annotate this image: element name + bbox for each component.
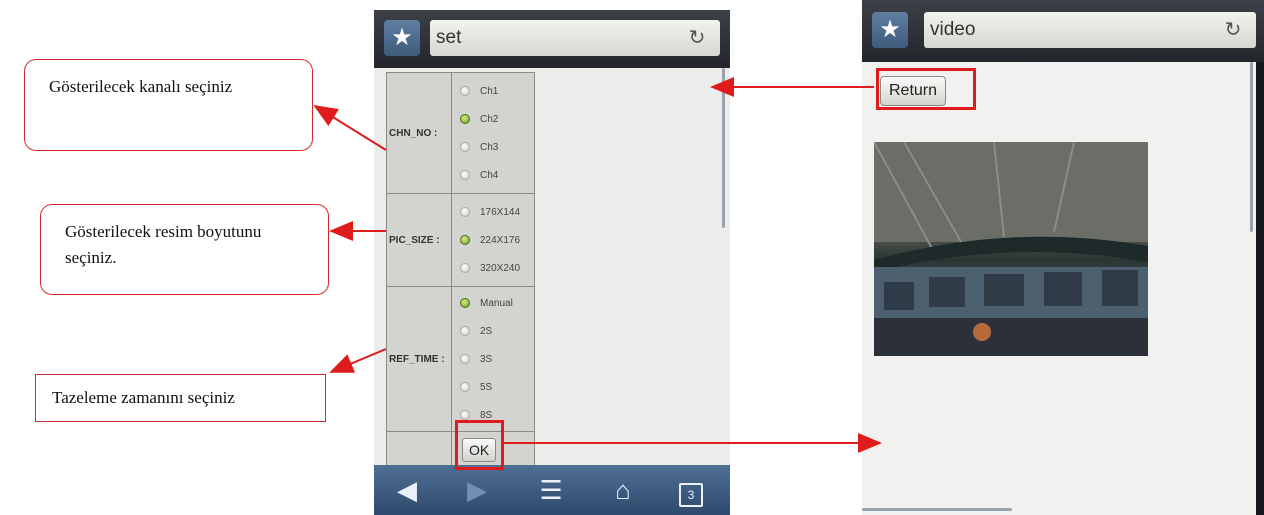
arrow-channel bbox=[313, 104, 387, 151]
arrow-refresh-time bbox=[329, 348, 387, 373]
annotation-arrows bbox=[313, 77, 882, 453]
